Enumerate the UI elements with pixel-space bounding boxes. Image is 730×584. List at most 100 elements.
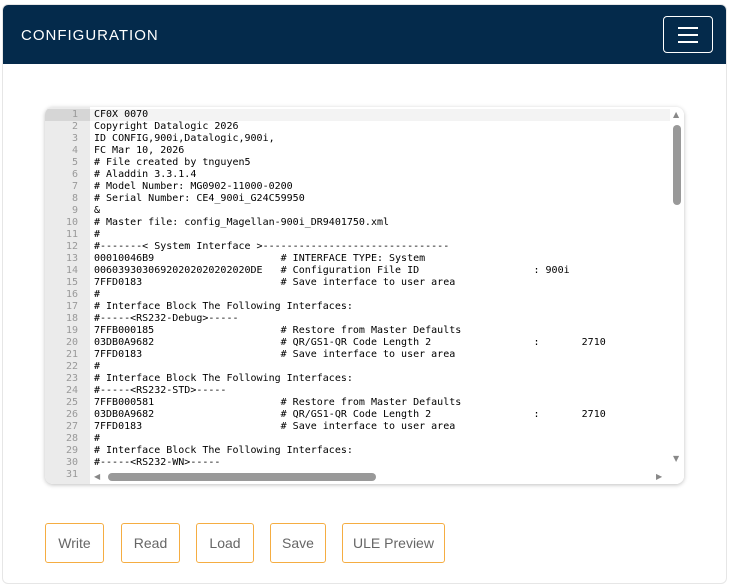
save-button[interactable]: Save: [270, 523, 326, 563]
line-number: 29: [65, 445, 78, 456]
code-line[interactable]: 14 00603930306920202020202020DE # Configu…: [45, 265, 670, 277]
line-number: 4: [71, 145, 78, 156]
code-line[interactable]: 22 #: [45, 361, 670, 373]
code-line[interactable]: 18 #-----<RS232-Debug>-----: [45, 313, 670, 325]
page-title: CONFIGURATION: [21, 27, 159, 44]
line-text: CF0X 0070: [90, 109, 670, 121]
code-line[interactable]: 30 #-----<RS232-WN>-----: [45, 457, 670, 469]
code-line[interactable]: 15 7FFD0183 # Save interface to user area: [45, 277, 670, 289]
line-text: #: [94, 229, 101, 240]
code-line[interactable]: 20 03DB0A9682 # QR/GS1-QR Code Length 2 :…: [45, 337, 670, 349]
scroll-left-icon[interactable]: ◀: [94, 472, 100, 481]
line-number: 24: [65, 385, 78, 396]
line-number: 5: [71, 157, 78, 168]
line-number: 26: [65, 409, 78, 420]
line-number: 1: [45, 109, 90, 121]
code-line[interactable]: 21 7FFD0183 # Save interface to user area: [45, 349, 670, 361]
line-text: 00010046B9 # INTERFACE TYPE: System: [94, 253, 426, 264]
code-line[interactable]: 9 &: [45, 205, 670, 217]
line-text: Copyright Datalogic 2026: [94, 121, 239, 132]
line-text: # Model Number: MG0902-11000-0200: [94, 181, 293, 192]
code-line[interactable]: 23 # Interface Block The Following Interf…: [45, 373, 670, 385]
line-number: 28: [65, 433, 78, 444]
line-text: #-----<RS232-WN>-----: [94, 457, 221, 468]
code-lines[interactable]: 1 CF0X 0070 2 Copyright Datalogic 2026 3 ID C…: [45, 109, 670, 481]
code-line[interactable]: 29 # Interface Block The Following Interf…: [45, 445, 670, 457]
config-code-editor[interactable]: 1 CF0X 0070 2 Copyright Datalogic 2026 3 ID C…: [45, 107, 684, 484]
code-line[interactable]: 13 00010046B9 # INTERFACE TYPE: System: [45, 253, 670, 265]
line-text: 7FFD0183 # Save interface to user area: [94, 349, 456, 360]
code-line[interactable]: 6 # Aladdin 3.3.1.4: [45, 169, 670, 181]
code-line[interactable]: 26 03DB0A9682 # QR/GS1-QR Code Length 2 :…: [45, 409, 670, 421]
line-text: # Master file: config_Magellan-900i_DR94…: [94, 217, 390, 228]
code-line[interactable]: 17 # Interface Block The Following Interf…: [45, 301, 670, 313]
line-text: #: [94, 433, 101, 444]
line-text: #: [94, 361, 101, 372]
line-number: 12: [65, 241, 78, 252]
line-text: 03DB0A9682 # QR/GS1-QR Code Length 2 : 2…: [94, 409, 606, 420]
code-line[interactable]: 5 # File created by tnguyen5: [45, 157, 670, 169]
line-number: 16: [65, 289, 78, 300]
line-number: 20: [65, 337, 78, 348]
line-text: #-----<RS232-Debug>-----: [94, 313, 239, 324]
line-text: #-------< System Interface >------------…: [94, 241, 450, 252]
line-text: 7FFD0183 # Save interface to user area: [94, 277, 456, 288]
code-line[interactable]: 27 7FFD0183 # Save interface to user area: [45, 421, 670, 433]
code-line[interactable]: 24 #-----<RS232-STD>-----: [45, 385, 670, 397]
scroll-right-icon[interactable]: ▶: [656, 472, 662, 481]
line-number: 19: [65, 325, 78, 336]
line-text: #-----<RS232-STD>-----: [94, 385, 227, 396]
hamburger-icon-bar: [678, 33, 698, 36]
write-button[interactable]: Write: [45, 523, 104, 563]
code-line[interactable]: 16 #: [45, 289, 670, 301]
line-text: # File created by tnguyen5: [94, 157, 251, 168]
line-number: 11: [65, 229, 78, 240]
line-number: 31: [65, 469, 78, 480]
line-number: 22: [65, 361, 78, 372]
line-text: ID CONFIG,900i,Datalogic,900i,: [94, 133, 275, 144]
line-number: 30: [65, 457, 78, 468]
line-text: # Interface Block The Following Interfac…: [94, 373, 353, 384]
code-line[interactable]: 7 # Model Number: MG0902-11000-0200: [45, 181, 670, 193]
code-line[interactable]: 2 Copyright Datalogic 2026: [45, 121, 670, 133]
ule-preview-button[interactable]: ULE Preview: [342, 523, 445, 563]
line-number: 13: [65, 253, 78, 264]
code-line[interactable]: 25 7FFB000581 # Restore from Master Defau…: [45, 397, 670, 409]
line-number: 2: [71, 121, 78, 132]
hamburger-icon-bar: [678, 40, 698, 43]
code-line[interactable]: 8 # Serial Number: CE4_900i_G24C59950: [45, 193, 670, 205]
line-number: 6: [71, 169, 78, 180]
code-line[interactable]: 1 CF0X 0070: [45, 109, 670, 121]
line-text: 7FFB000185 # Restore from Master Default…: [94, 325, 462, 336]
horizontal-scrollbar[interactable]: ◀ ▶: [90, 469, 684, 484]
code-line[interactable]: 3 ID CONFIG,900i,Datalogic,900i,: [45, 133, 670, 145]
line-number: 15: [65, 277, 78, 288]
code-line[interactable]: 10 # Master file: config_Magellan-900i_DR…: [45, 217, 670, 229]
read-button[interactable]: Read: [121, 523, 180, 563]
code-line[interactable]: 28 #: [45, 433, 670, 445]
line-text: #: [94, 289, 101, 300]
line-text: # Aladdin 3.3.1.4: [94, 169, 197, 180]
hamburger-icon: [678, 26, 698, 29]
code-line[interactable]: 19 7FFB000185 # Restore from Master Defau…: [45, 325, 670, 337]
header-bar: CONFIGURATION: [3, 5, 726, 64]
line-text: # Interface Block The Following Interfac…: [94, 445, 353, 456]
line-number: 9: [71, 205, 78, 216]
code-line[interactable]: 12 #-------< System Interface >----------…: [45, 241, 670, 253]
load-button[interactable]: Load: [196, 523, 254, 563]
vertical-scrollbar[interactable]: ▲ ▼: [670, 107, 684, 469]
line-text: FC Mar 10, 2026: [94, 145, 185, 156]
vertical-scroll-thumb[interactable]: [673, 125, 681, 205]
horizontal-scroll-thumb[interactable]: [108, 473, 376, 481]
line-text: &: [94, 205, 101, 216]
line-text: 00603930306920202020202020DE # Configura…: [94, 265, 570, 276]
code-line[interactable]: 11 #: [45, 229, 670, 241]
scroll-down-icon[interactable]: ▼: [673, 454, 679, 463]
line-number: 18: [65, 313, 78, 324]
scroll-up-icon[interactable]: ▲: [673, 110, 679, 119]
line-number: 27: [65, 421, 78, 432]
menu-toggle-button[interactable]: [663, 16, 713, 53]
line-text: 7FFD0183 # Save interface to user area: [94, 421, 456, 432]
line-text: # Interface Block The Following Interfac…: [94, 301, 353, 312]
code-line[interactable]: 4 FC Mar 10, 2026: [45, 145, 670, 157]
